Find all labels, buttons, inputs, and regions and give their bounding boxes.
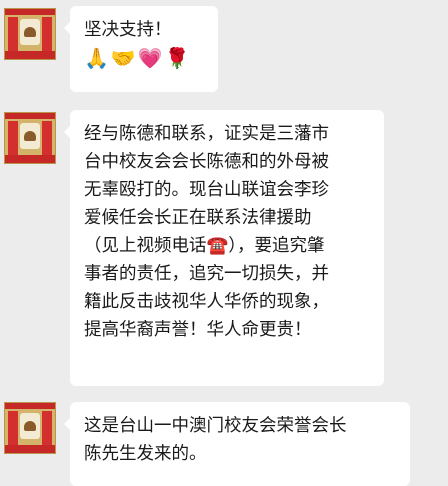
message-bubble[interactable]: 经与陈德和联系，证实是三藩市 台中校友会会长陈德和的外母被 无辜殴打的。现台山联… xyxy=(64,110,384,386)
message-bubble[interactable]: 这是台山一中澳门校友会荣誉会长 陈先生发来的。 xyxy=(64,402,410,486)
message-text: 坚决支持！ xyxy=(84,20,172,40)
message-text-line: 事者的责任，追究一切损失，并 xyxy=(84,264,329,284)
message-text-line: 经与陈德和联系，证实是三藩市 xyxy=(84,124,329,144)
message-text-line: 籍此反击歧视华人华侨的现象， xyxy=(84,292,329,312)
message-text-line: 爱候任会长正在联系法律援助 xyxy=(84,208,312,228)
message-text-line: （见上视频电话☎️），要追究肇 xyxy=(84,236,325,256)
message-bubble[interactable]: 坚决支持！ 🙏🤝💗🌹 xyxy=(64,6,218,92)
message-text-line: 无辜殴打的。现台山联谊会李珍 xyxy=(84,180,329,200)
avatar[interactable] xyxy=(4,8,56,60)
avatar[interactable] xyxy=(4,402,56,454)
emoji-row: 🙏🤝💗🌹 xyxy=(84,46,192,70)
message-text-line: 提高华裔声誉！华人命更贵！ xyxy=(84,320,312,340)
avatar[interactable] xyxy=(4,112,56,164)
message-text-line: 台中校友会会长陈德和的外母被 xyxy=(84,152,329,172)
message-text-line: 这是台山一中澳门校友会荣誉会长 xyxy=(84,416,347,436)
message-text-line: 陈先生发来的。 xyxy=(84,444,207,464)
